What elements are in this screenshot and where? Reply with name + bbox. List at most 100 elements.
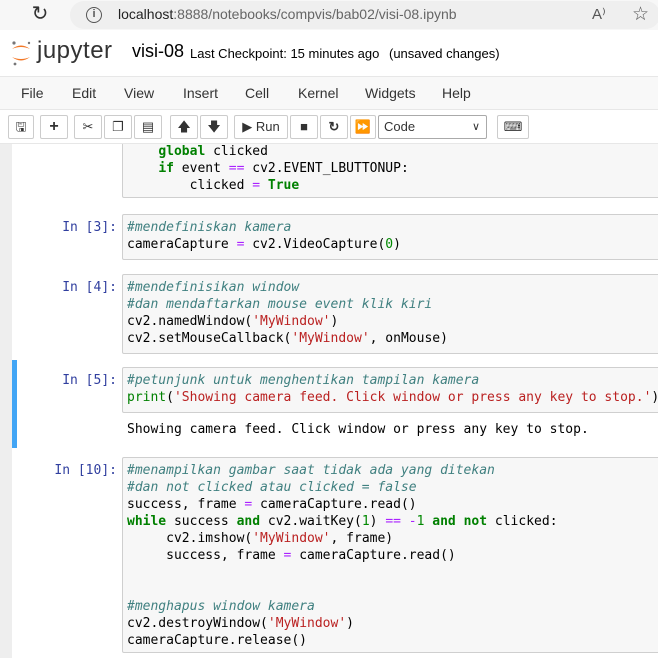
interrupt-icon[interactable]: ■	[290, 115, 318, 139]
code-line[interactable]: clicked = True	[127, 177, 657, 194]
code-line[interactable]: #menghapus window kamera	[127, 598, 657, 615]
reload-icon[interactable]: ↻	[28, 3, 52, 27]
code-line[interactable]: print('Showing camera feed. Click window…	[127, 389, 658, 406]
code-token: True	[267, 178, 300, 193]
menubar: File Edit View Insert Cell Kernel Widget…	[0, 76, 658, 110]
menu-help[interactable]: Help	[442, 85, 471, 101]
code-token: #menghapus window kamera	[127, 599, 315, 614]
code-line[interactable]: global clicked	[127, 144, 657, 160]
code-line[interactable]	[127, 564, 657, 581]
cell-type-select[interactable]: Code ∨	[378, 115, 487, 139]
cell-input[interactable]: #menampilkan gambar saat tidak ada yang …	[122, 457, 658, 653]
code-line[interactable]: cv2.destroyWindow('MyWindow')	[127, 615, 657, 632]
code-line[interactable]: while success and cv2.waitKey(1) == -1 a…	[127, 513, 657, 530]
menu-insert[interactable]: Insert	[183, 85, 218, 101]
cell-type-value: Code	[384, 119, 416, 134]
menu-cell[interactable]: Cell	[245, 85, 269, 101]
menu-view[interactable]: View	[124, 85, 154, 101]
code-line[interactable]: if event == cv2.EVENT_LBUTTONUP:	[127, 160, 657, 177]
code-cell[interactable]: global clicked if event == cv2.EVENT_LBU…	[12, 144, 658, 198]
code-token: cameraCapture.read()	[291, 548, 456, 563]
notebook-toolbar: 🖫 + ✂ ❐ ▤ 🡅 🡇 ▶ Run ■ ↻ ⏩ Code ∨ ⌨	[0, 110, 658, 144]
code-cell[interactable]: In [10]: #menampilkan gambar saat tidak …	[12, 457, 658, 657]
code-token: cameraCapture	[127, 237, 237, 252]
notebook-page: global clicked if event == cv2.EVENT_LBU…	[12, 144, 658, 658]
code-token: -	[408, 514, 417, 529]
jupyter-logo-icon	[12, 41, 31, 66]
code-line[interactable]: #mendefiniskan kamera	[127, 219, 657, 236]
code-token: #dan mendaftarkan mouse event klik kiri	[127, 297, 433, 312]
code-token: )	[346, 616, 354, 631]
cell-prompt: In [4]:	[62, 280, 117, 295]
cell-input[interactable]: #petunjunk untuk menghentikan tampilan k…	[122, 367, 658, 413]
notebook-header: jupyter visi-08 Last Checkpoint: 15 minu…	[0, 30, 658, 76]
favorite-star-icon[interactable]: ☆	[632, 3, 649, 26]
read-aloud-icon[interactable]: A⁾	[592, 5, 606, 23]
code-token: , onMouse)	[369, 331, 448, 346]
cell-prompt: In [5]:	[62, 373, 117, 388]
code-cell[interactable]: In [4]: #mendefinisikan window #dan menda…	[12, 274, 658, 354]
code-line[interactable]: #mendefinisikan window	[127, 279, 657, 296]
code-token: if	[158, 161, 174, 176]
copy-icon[interactable]: ❐	[104, 115, 132, 139]
code-token: #petunjunk untuk menghentikan tampilan k…	[127, 373, 480, 388]
code-token: #mendefinisikan window	[127, 280, 300, 295]
code-line[interactable]	[127, 581, 657, 598]
code-line[interactable]: success, frame = cameraCapture.read()	[127, 496, 657, 513]
code-token: #menampilkan gambar saat tidak ada yang …	[127, 463, 495, 478]
run-label: Run	[255, 119, 280, 134]
code-token: , frame)	[330, 531, 394, 546]
code-token: )	[369, 514, 386, 529]
code-line[interactable]: #petunjunk untuk menghentikan tampilan k…	[127, 372, 657, 389]
code-line[interactable]: #dan mendaftarkan mouse event klik kiri	[127, 296, 657, 313]
menu-edit[interactable]: Edit	[72, 85, 96, 101]
code-token: while	[127, 514, 167, 529]
code-token: clicked	[127, 178, 253, 193]
fast-forward-icon[interactable]: ⏩	[350, 115, 376, 139]
code-line[interactable]: cv2.namedWindow('MyWindow')	[127, 313, 657, 330]
code-line[interactable]: #menampilkan gambar saat tidak ada yang …	[127, 462, 657, 479]
unsaved-status: (unsaved changes)	[389, 46, 500, 61]
code-line[interactable]: success, frame = cameraCapture.read()	[127, 547, 657, 564]
code-line[interactable]: cameraCapture = cv2.VideoCapture(0)	[127, 236, 657, 253]
code-line[interactable]: cv2.setMouseCallback('MyWindow', onMouse…	[127, 330, 657, 347]
chevron-down-icon: ∨	[471, 121, 480, 133]
code-line[interactable]: #dan not clicked atau clicked = false	[127, 479, 657, 496]
run-button[interactable]: ▶ Run	[234, 115, 288, 139]
code-token: )	[393, 237, 401, 252]
menu-kernel[interactable]: Kernel	[298, 85, 338, 101]
selected-code-cell[interactable]: In [5]: #petunjunk untuk menghentikan ta…	[12, 360, 658, 448]
cell-input[interactable]: #mendefiniskan kamera cameraCapture = cv2…	[122, 214, 658, 260]
save-icon[interactable]: 🖫	[8, 115, 34, 139]
keyboard-icon[interactable]: ⌨	[497, 115, 529, 139]
code-token: cv2.VideoCapture(	[244, 237, 386, 252]
menu-widgets[interactable]: Widgets	[365, 85, 416, 101]
move-up-icon[interactable]: 🡅	[170, 115, 198, 139]
browser-address-bar: ↻ i localhost:8888/notebooks/compvis/bab…	[0, 0, 658, 30]
url-field[interactable]: i localhost:8888/notebooks/compvis/bab02…	[70, 1, 658, 29]
checkpoint-status: Last Checkpoint: 15 minutes ago	[190, 46, 380, 61]
move-down-icon[interactable]: 🡇	[200, 115, 228, 139]
code-line[interactable]: cv2.imshow('MyWindow', frame)	[127, 530, 657, 547]
restart-icon[interactable]: ↻	[320, 115, 348, 139]
code-token: print	[127, 390, 167, 405]
paste-icon[interactable]: ▤	[134, 115, 162, 139]
code-token: 'MyWindow'	[252, 314, 331, 329]
cell-input[interactable]: global clicked if event == cv2.EVENT_LBU…	[122, 144, 658, 198]
code-token: and	[432, 514, 456, 529]
code-cell[interactable]: In [3]: #mendefiniskan kamera cameraCaptu…	[12, 214, 658, 262]
cell-input[interactable]: #mendefinisikan window #dan mendaftarkan …	[122, 274, 658, 354]
code-token: cv2.setMouseCallback(	[127, 331, 292, 346]
menu-file[interactable]: File	[21, 85, 44, 101]
jupyter-logo-text[interactable]: jupyter	[37, 37, 113, 65]
code-line[interactable]: cameraCapture.release()	[127, 632, 657, 649]
cut-icon[interactable]: ✂	[74, 115, 102, 139]
info-icon[interactable]: i	[86, 7, 102, 23]
notebook-name[interactable]: visi-08	[132, 41, 184, 62]
insert-cell-icon[interactable]: +	[40, 115, 68, 139]
code-token: )	[330, 314, 339, 329]
